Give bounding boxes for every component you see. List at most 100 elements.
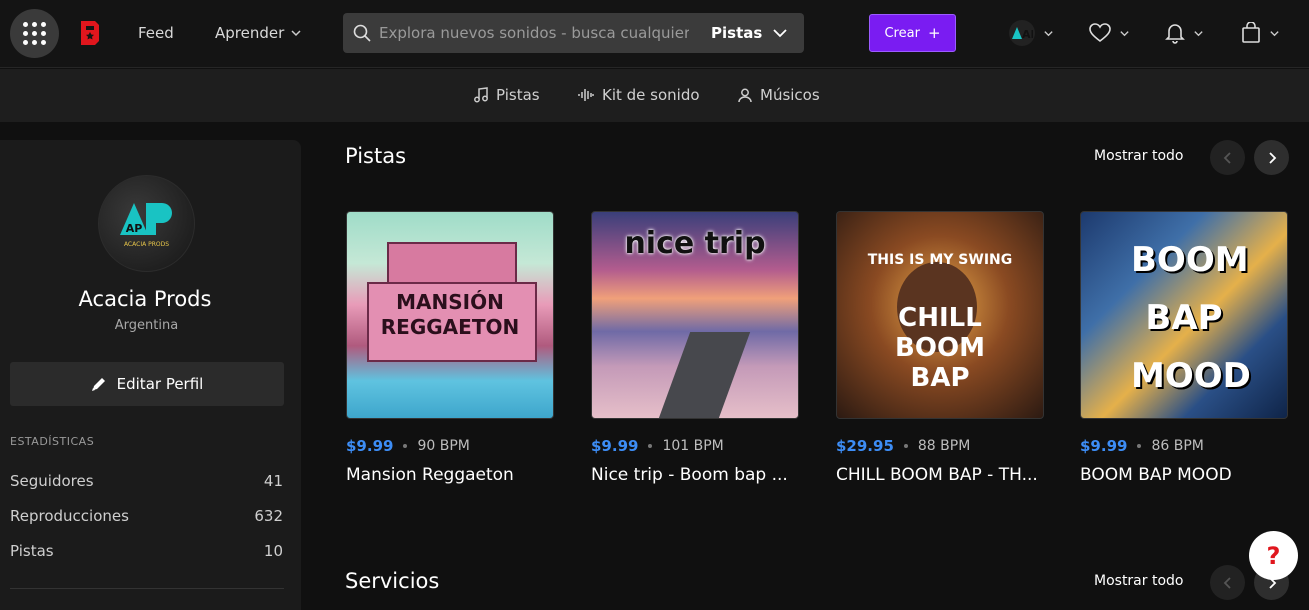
- track-name[interactable]: Nice trip - Boom bap ...: [591, 465, 799, 485]
- nav-feed-link[interactable]: Feed: [138, 24, 174, 42]
- stat-row: Reproducciones 632: [10, 507, 283, 525]
- shopping-bag-icon: [1242, 22, 1260, 43]
- track-cover[interactable]: nice trip: [591, 211, 799, 419]
- subnav-item-musicos[interactable]: Músicos: [738, 86, 820, 104]
- stat-value: 41: [263, 472, 283, 490]
- track-cover[interactable]: THIS IS MY SWING CHILL BOOM BAP: [836, 211, 1044, 419]
- profile-logo-icon: AP: [119, 203, 172, 235]
- track-bpm: 88 BPM: [917, 438, 971, 454]
- apps-menu-button[interactable]: [10, 9, 59, 58]
- avatar-caption: ACACIA PRODS: [123, 241, 170, 248]
- avatar-letters: AP: [1022, 28, 1033, 40]
- cart-menu[interactable]: [1241, 20, 1280, 46]
- chevron-left-icon: [1223, 151, 1231, 164]
- separator-dot: [903, 444, 908, 448]
- user-icon: [738, 88, 752, 102]
- track-card[interactable]: THIS IS MY SWING CHILL BOOM BAP $29.95 8…: [836, 211, 1044, 485]
- services-section-title: Servicios: [345, 569, 440, 593]
- profile-name: Acacia Prods: [78, 287, 212, 311]
- chevron-down-icon: [291, 30, 301, 37]
- track-cover[interactable]: MANSIÓN REGGAETON: [346, 211, 554, 419]
- cover-title: THIS IS MY SWING: [867, 252, 1013, 268]
- music-note-icon: [474, 87, 488, 103]
- subnav-item-label: Kit de sonido: [602, 86, 700, 104]
- edit-profile-button[interactable]: Editar Perfil: [10, 362, 284, 406]
- chevron-down-icon: [1194, 30, 1203, 36]
- nav-learn-dropdown[interactable]: Aprender: [215, 24, 302, 42]
- profile-sidebar: AP ACACIA PRODS Acacia Prods Argentina E…: [0, 140, 301, 610]
- search-input[interactable]: [379, 22, 689, 44]
- cover-subtitle: CHILL BOOM BAP: [895, 303, 985, 393]
- subnav-item-pistas[interactable]: Pistas: [474, 86, 540, 104]
- track-meta: $9.99 101 BPM: [591, 437, 799, 455]
- track-card[interactable]: MANSIÓN REGGAETON $9.99 90 BPM Mansion R…: [346, 211, 554, 485]
- services-prev-button[interactable]: [1210, 565, 1245, 600]
- stat-label: Pistas: [10, 542, 54, 560]
- account-menu[interactable]: AP: [1009, 20, 1054, 46]
- cover-title: BOOM BAP MOOD: [1131, 240, 1251, 396]
- stat-row: Pistas 10: [10, 542, 283, 560]
- edit-profile-label: Editar Perfil: [116, 375, 204, 393]
- waveform-icon: [578, 89, 594, 101]
- track-card[interactable]: BOOM BAP MOOD $9.99 86 BPM BOOM BAP MOOD: [1080, 211, 1288, 485]
- chevron-left-icon: [1223, 576, 1231, 589]
- plus-icon: +: [927, 24, 941, 42]
- track-name[interactable]: CHILL BOOM BAP - TH...: [836, 465, 1044, 485]
- stat-row: Seguidores 41: [10, 472, 283, 490]
- track-meta: $9.99 86 BPM: [1080, 437, 1288, 455]
- tracks-prev-button[interactable]: [1210, 140, 1245, 175]
- track-meta: $29.95 88 BPM: [836, 437, 1044, 455]
- tracks-next-button[interactable]: [1254, 140, 1289, 175]
- search-bar: Pistas: [343, 13, 804, 53]
- chevron-right-icon: [1268, 151, 1276, 164]
- services-show-all-link[interactable]: Mostrar todo: [1094, 573, 1183, 589]
- stat-value: 10: [263, 542, 283, 560]
- tracks-show-all-link[interactable]: Mostrar todo: [1094, 148, 1183, 164]
- track-bpm: 86 BPM: [1151, 438, 1204, 454]
- chevron-down-icon: [1270, 30, 1279, 36]
- track-card[interactable]: nice trip $9.99 101 BPM Nice trip - Boom…: [591, 211, 799, 485]
- track-bpm: 101 BPM: [662, 438, 724, 454]
- category-subnav: Pistas Kit de sonido Músicos: [0, 69, 1309, 122]
- search-type-dropdown[interactable]: Pistas: [711, 13, 788, 53]
- separator-dot: [1137, 444, 1142, 448]
- stat-label: Reproducciones: [10, 507, 129, 525]
- stat-value: 632: [254, 507, 283, 525]
- track-price: $9.99: [1080, 437, 1128, 455]
- chevron-down-icon: [1120, 30, 1129, 36]
- favorites-menu[interactable]: [1089, 20, 1130, 46]
- create-button[interactable]: Crear +: [869, 14, 956, 52]
- profile-country: Argentina: [114, 318, 179, 333]
- bell-icon: [1165, 24, 1185, 44]
- help-label: ?: [1266, 541, 1281, 570]
- cover-title: nice trip: [624, 226, 766, 261]
- cover-title: MANSIÓN REGGAETON: [380, 290, 520, 339]
- track-meta: $9.99 90 BPM: [346, 437, 554, 455]
- notifications-menu[interactable]: [1165, 20, 1204, 46]
- tracks-section-title: Pistas: [345, 144, 407, 168]
- stat-label: Seguidores: [10, 472, 94, 490]
- avatar: AP: [1009, 20, 1035, 46]
- search-type-label: Pistas: [711, 24, 763, 42]
- nav-learn-label: Aprender: [215, 24, 285, 42]
- logo-icon[interactable]: [79, 20, 101, 46]
- track-price: $9.99: [346, 437, 394, 455]
- track-name[interactable]: Mansion Reggaeton: [346, 465, 554, 485]
- grid-icon: [23, 22, 46, 45]
- search-icon: [353, 24, 371, 42]
- top-bar: Feed Aprender Pistas Crear + AP: [0, 0, 1309, 68]
- heart-icon: [1089, 23, 1111, 43]
- chevron-down-icon: [773, 29, 787, 38]
- track-name[interactable]: BOOM BAP MOOD: [1080, 465, 1288, 485]
- track-cover[interactable]: BOOM BAP MOOD: [1080, 211, 1288, 419]
- chevron-down-icon: [1044, 30, 1053, 36]
- subnav-item-label: Músicos: [760, 86, 820, 104]
- subnav-item-kit[interactable]: Kit de sonido: [578, 86, 700, 104]
- separator-dot: [648, 444, 653, 448]
- track-price: $9.99: [591, 437, 639, 455]
- create-label: Crear: [884, 25, 920, 41]
- help-button[interactable]: ?: [1249, 531, 1298, 580]
- track-bpm: 90 BPM: [417, 438, 470, 454]
- separator-dot: [403, 444, 408, 448]
- track-price: $29.95: [836, 437, 894, 455]
